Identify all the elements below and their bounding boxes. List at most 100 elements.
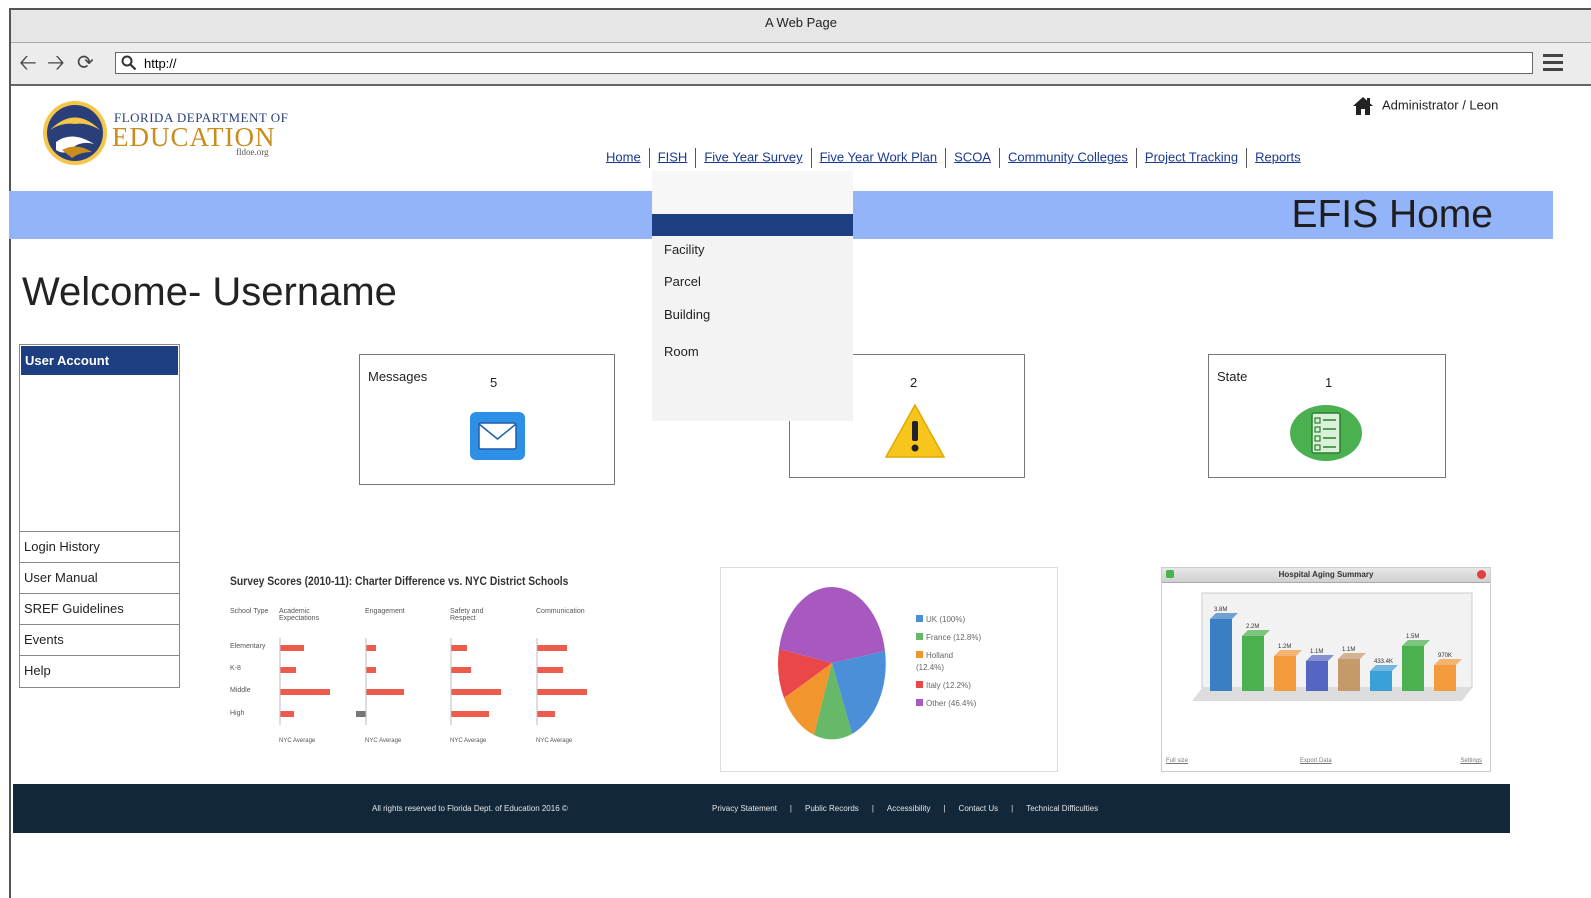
legend-swatch — [916, 699, 923, 706]
user-label[interactable]: Administrator / Leon — [1382, 97, 1498, 112]
nav-home[interactable]: Home — [606, 149, 641, 164]
messages-card[interactable]: Messages 5 — [359, 354, 615, 485]
sidebar-item-login-history[interactable]: Login History — [20, 531, 179, 562]
footer-copyright: All rights reserved to Florida Dept. of … — [372, 804, 568, 813]
chart-close-icon[interactable] — [1477, 570, 1486, 579]
aging-bar-label: 3.8M — [1214, 607, 1227, 613]
state-card[interactable]: State 1 — [1208, 354, 1446, 478]
footer-link-technical[interactable]: Technical Difficulties — [1026, 804, 1098, 813]
pie-legend-item: France (12.8%) — [916, 632, 981, 644]
home-icon[interactable] — [1352, 96, 1374, 116]
nav-five-year-work-plan[interactable]: Five Year Work Plan — [820, 149, 938, 164]
footer-divider: | — [871, 804, 874, 813]
aging-bar-label: 1.5M — [1406, 634, 1419, 640]
footer-divider: | — [789, 804, 792, 813]
fldoe-logo[interactable]: FLORIDA DEPARTMENT OF EDUCATION fldoe.or… — [42, 98, 292, 170]
sidebar-item-help[interactable]: Help — [20, 655, 179, 686]
aging-bar-label: 433.4K — [1374, 659, 1393, 665]
footer-links: Privacy Statement | Public Records | Accessi… — [712, 804, 1098, 813]
nav-divider — [1135, 148, 1137, 168]
footer-divider: | — [943, 804, 946, 813]
card-count: 5 — [490, 375, 498, 390]
welcome-heading: Welcome- Username — [22, 270, 397, 314]
pie-legend-item: Italy (12.2%) — [916, 680, 981, 692]
card-label: State — [1217, 369, 1248, 384]
nav-divider — [1246, 148, 1248, 168]
address-bar[interactable] — [115, 52, 1533, 74]
pie-chart: UK (100%) France (12.8%) Holland (12.4%)… — [720, 567, 1058, 772]
url-input[interactable] — [142, 55, 1446, 72]
aging-bar-label: 2.2M — [1246, 624, 1259, 630]
forward-arrow-icon[interactable]: 🡢 — [47, 52, 65, 74]
sidebar-header[interactable]: User Account — [20, 345, 179, 376]
aging-bar — [1338, 659, 1360, 691]
legend-swatch — [916, 681, 923, 688]
user-info: Administrator / Leon — [1352, 96, 1498, 116]
sidebar-item-user-manual[interactable]: User Manual — [20, 562, 179, 593]
dropdown-selected-item[interactable] — [652, 214, 853, 236]
sidebar-item-sref-guidelines[interactable]: SREF Guidelines — [20, 593, 179, 624]
footer-link-contact[interactable]: Contact Us — [959, 804, 999, 813]
sidebar-item-events[interactable]: Events — [20, 624, 179, 655]
pie-legend-item: UK (100%) — [916, 614, 981, 626]
nav-fish[interactable]: FISH — [658, 149, 688, 164]
page-footer: All rights reserved to Florida Dept. of … — [13, 784, 1510, 833]
aging-bar-label: 970K — [1438, 653, 1452, 659]
chart-header: Hospital Aging Summary — [1162, 568, 1490, 583]
survey-bars — [279, 638, 587, 725]
dropdown-header — [652, 171, 853, 214]
aging-bar — [1306, 661, 1328, 691]
reload-icon[interactable]: ⟳ — [77, 53, 94, 73]
survey-footer-4: NYC Average — [536, 738, 573, 744]
footer-link-accessibility[interactable]: Accessibility — [887, 804, 931, 813]
checklist-icon[interactable] — [1290, 405, 1362, 461]
hospital-aging-chart: Hospital Aging Summary 3.8M 2.2M 1.2M 1.1M 1… — [1161, 567, 1491, 772]
aging-bar — [1210, 619, 1232, 691]
aging-bar — [1402, 646, 1424, 691]
menu-item-building[interactable]: Building — [664, 307, 710, 322]
back-arrow-icon[interactable]: 🡠 — [19, 52, 37, 74]
nav-divider — [648, 148, 650, 168]
chart-full-size-link[interactable]: Full size — [1166, 758, 1188, 764]
survey-footer-1: NYC Average — [279, 738, 316, 744]
menu-icon[interactable] — [1543, 54, 1563, 75]
pie-legend-item: Holland (12.4%) — [916, 651, 954, 672]
nav-community-colleges[interactable]: Community Colleges — [1008, 149, 1128, 164]
legend-swatch — [916, 615, 923, 622]
card-label: Messages — [368, 369, 428, 384]
card-count: 2 — [910, 375, 918, 390]
survey-scores-chart: Survey Scores (2010-11): Charter Differe… — [226, 570, 606, 760]
chart-export-link[interactable]: Export Data — [1300, 758, 1332, 764]
aging-bar-label: 1.1M — [1342, 647, 1355, 653]
legend-swatch — [916, 633, 923, 640]
aging-bar — [1242, 636, 1264, 691]
aging-bar — [1274, 656, 1296, 691]
aging-bar — [1370, 671, 1392, 691]
chart-settings-link[interactable]: Settings — [1460, 758, 1482, 764]
logo-seal-icon — [43, 101, 107, 165]
aging-bar-label: 1.2M — [1278, 644, 1291, 650]
warning-icon[interactable] — [884, 403, 946, 459]
footer-link-privacy[interactable]: Privacy Statement — [712, 804, 777, 813]
menu-item-room[interactable]: Room — [664, 344, 699, 359]
aging-chart-title: Hospital Aging Summary — [1278, 570, 1374, 579]
envelope-icon[interactable] — [470, 412, 525, 460]
fish-dropdown-menu: Facility Parcel Building Room — [652, 171, 853, 421]
nav-reports[interactable]: Reports — [1255, 149, 1301, 164]
footer-divider: | — [1011, 804, 1014, 813]
nav-divider — [810, 148, 812, 168]
nav-five-year-survey[interactable]: Five Year Survey — [704, 149, 802, 164]
footer-link-public-records[interactable]: Public Records — [805, 804, 859, 813]
nav-divider — [998, 148, 1000, 168]
search-icon — [121, 55, 137, 71]
logo-line3: fldoe.org — [236, 147, 269, 157]
pie-legend-item: Other (46.4%) — [916, 698, 981, 710]
menu-item-facility[interactable]: Facility — [664, 242, 704, 257]
nav-scoa[interactable]: SCOA — [954, 149, 991, 164]
card-count: 1 — [1325, 375, 1333, 390]
nav-project-tracking[interactable]: Project Tracking — [1145, 149, 1238, 164]
menu-item-parcel[interactable]: Parcel — [664, 274, 701, 289]
chart-refresh-icon[interactable] — [1166, 570, 1174, 578]
pie-legend: UK (100%) France (12.8%) Holland (12.4%)… — [916, 614, 981, 710]
aging-bar — [1434, 665, 1456, 691]
